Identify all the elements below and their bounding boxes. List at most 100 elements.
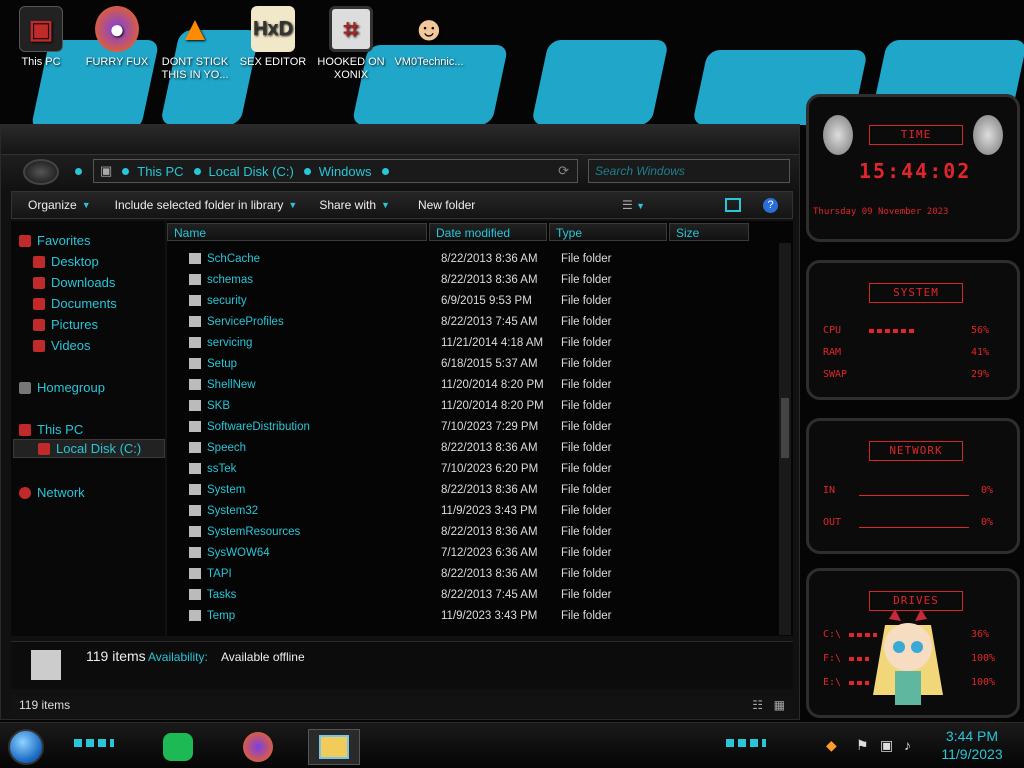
details-pane: 119 items Availability: Available offlin… — [11, 641, 793, 689]
table-row[interactable]: System32 11/9/2023 3:43 PM File folder — [167, 500, 777, 521]
table-row[interactable]: System 8/22/2013 8:36 AM File folder — [167, 479, 777, 500]
file-type: File folder — [561, 336, 612, 349]
tray-app-icon[interactable]: ◆ — [826, 737, 837, 754]
nav-this-pc[interactable]: This PC — [19, 420, 171, 439]
nav-documents[interactable]: Documents — [33, 294, 185, 313]
folder-icon — [319, 735, 349, 759]
table-row[interactable]: security 6/9/2015 9:53 PM File folder — [167, 290, 777, 311]
nav-favorites[interactable]: Favorites — [19, 231, 171, 250]
refresh-icon[interactable]: ⟳ — [558, 163, 569, 179]
file-type: File folder — [561, 567, 612, 580]
taskbar-firefox[interactable] — [232, 729, 284, 765]
file-type: File folder — [561, 315, 612, 328]
file-date: 8/22/2013 7:45 AM — [441, 588, 538, 601]
nav-videos[interactable]: Videos — [33, 336, 185, 355]
desktop-icon-xonix[interactable]: ⌗ HOOKED ON XONIX — [312, 6, 390, 82]
address-bar[interactable]: ▣ This PC Local Disk (C:) Windows ⟳ — [93, 159, 578, 183]
file-date: 8/22/2013 7:45 AM — [441, 315, 538, 328]
desktop-icon-firefox[interactable]: ● FURRY FUX — [78, 6, 156, 69]
table-row[interactable]: SysWOW64 7/12/2023 6:36 AM File folder — [167, 542, 777, 563]
drives-gadget[interactable]: DRIVES C:\ 36% F:\ 100% E:\ 100% — [806, 568, 1020, 718]
drive-f-value: 100% — [971, 653, 996, 664]
scrollbar-thumb[interactable] — [781, 398, 789, 458]
start-button[interactable] — [8, 729, 44, 765]
nav-downloads[interactable]: Downloads — [33, 273, 185, 292]
file-explorer-window[interactable]: ▣ This PC Local Disk (C:) Windows ⟳ Sear… — [0, 124, 800, 720]
table-row[interactable]: Temp 11/9/2023 3:43 PM File folder — [167, 605, 777, 626]
file-date: 8/22/2013 8:36 AM — [441, 252, 538, 265]
gadget-clock: 15:44:02 — [859, 159, 972, 183]
table-row[interactable]: Setup 6/18/2015 5:37 AM File folder — [167, 353, 777, 374]
folder-icon — [189, 316, 201, 327]
desktop-icon-vm0[interactable]: ☻ VM0Technic... — [390, 6, 468, 69]
desktop-icon-label: SEX EDITOR — [239, 56, 307, 68]
desktop-icon-this-pc[interactable]: ▣ This PC — [2, 6, 80, 69]
column-type[interactable]: Type — [549, 223, 667, 241]
desktop-icon — [33, 255, 45, 268]
table-row[interactable]: ServiceProfiles 8/22/2013 7:45 AM File fol… — [167, 311, 777, 332]
breadcrumb-local-disk[interactable]: Local Disk (C:) — [209, 164, 294, 179]
table-row[interactable]: SystemResources 8/22/2013 8:36 AM File fol… — [167, 521, 777, 542]
file-name: TAPI — [207, 567, 232, 580]
table-row[interactable]: SoftwareDistribution 7/10/2023 7:29 PM Fil… — [167, 416, 777, 437]
nav-network[interactable]: Network — [19, 483, 171, 502]
system-gadget[interactable]: SYSTEM CPU 56% RAM 41% SWAP 29% — [806, 260, 1020, 400]
table-row[interactable]: servicing 11/21/2014 4:18 AM File folder — [167, 332, 777, 353]
include-in-library-button[interactable]: Include selected folder in library ▼ — [115, 198, 298, 212]
table-row[interactable]: ShellNew 11/20/2014 8:20 PM File folder — [167, 374, 777, 395]
nav-homegroup[interactable]: Homegroup — [19, 378, 171, 397]
recent-pages-dot[interactable] — [75, 168, 82, 175]
action-center-flag-icon[interactable]: ⚑ — [856, 737, 869, 754]
taskbar-clock[interactable]: 3:44 PM 11/9/2023 — [934, 727, 1010, 763]
volume-icon[interactable]: ♪ — [904, 737, 911, 753]
taskbar-notes-app[interactable] — [152, 729, 204, 765]
new-folder-button[interactable]: New folder — [418, 198, 475, 212]
breadcrumb-this-pc[interactable]: This PC — [137, 164, 183, 179]
tiles-view-icon[interactable]: ▦ — [774, 698, 785, 712]
nav-desktop[interactable]: Desktop — [33, 252, 185, 271]
table-row[interactable]: Tasks 8/22/2013 7:45 AM File folder — [167, 584, 777, 605]
file-type: File folder — [561, 420, 612, 433]
folder-icon — [189, 610, 201, 621]
hxd-icon: HxD — [251, 6, 295, 52]
column-size[interactable]: Size — [669, 223, 749, 241]
taskbar-file-explorer[interactable] — [308, 729, 360, 765]
column-date-modified[interactable]: Date modified — [429, 223, 547, 241]
folder-icon — [189, 505, 201, 516]
preview-pane-icon[interactable] — [725, 198, 741, 212]
organize-button[interactable]: Organize ▼ — [28, 198, 91, 212]
file-date: 7/10/2023 6:20 PM — [441, 462, 539, 475]
vertical-scrollbar[interactable] — [779, 243, 791, 635]
nav-pictures[interactable]: Pictures — [33, 315, 185, 334]
back-button[interactable] — [23, 159, 59, 185]
cartoon-character-sticker — [865, 605, 951, 715]
file-list[interactable]: Name Date modified Type Size SchCache 8/2… — [167, 221, 793, 636]
table-row[interactable]: TAPI 8/22/2013 8:36 AM File folder — [167, 563, 777, 584]
view-options-icon[interactable]: ☰ ▼ — [622, 198, 645, 212]
network-tray-icon[interactable]: ▣ — [880, 737, 893, 754]
search-input[interactable]: Search Windows — [588, 159, 790, 183]
file-name: SysWOW64 — [207, 546, 270, 559]
share-with-button[interactable]: Share with ▼ — [319, 198, 390, 212]
help-icon[interactable]: ? — [763, 197, 778, 213]
desktop-icon-vlc[interactable]: ▲ DONT STICK THIS IN YO... — [156, 6, 234, 82]
drive-e-label: E:\ — [823, 677, 842, 688]
clock-time: 3:44 PM — [945, 728, 999, 744]
time-gadget[interactable]: TIME 15:44:02 Thursday 09 November 2023 — [806, 94, 1020, 242]
details-view-icon[interactable]: ☷ — [752, 698, 763, 712]
table-row[interactable]: ssTek 7/10/2023 6:20 PM File folder — [167, 458, 777, 479]
network-gadget[interactable]: NETWORK IN 0% OUT 0% — [806, 418, 1020, 554]
window-title-bar[interactable] — [1, 125, 799, 155]
nav-local-disk[interactable]: Local Disk (C:) — [13, 439, 165, 458]
file-name: Setup — [207, 357, 238, 370]
breadcrumb-windows[interactable]: Windows — [319, 164, 372, 179]
table-row[interactable]: schemas 8/22/2013 8:36 AM File folder — [167, 269, 777, 290]
drive-f-label: F:\ — [823, 653, 842, 664]
desktop-icon-hxd[interactable]: HxD SEX EDITOR — [234, 6, 312, 69]
table-row[interactable]: SchCache 8/22/2013 8:36 AM File folder — [167, 248, 777, 269]
file-type: File folder — [561, 357, 612, 370]
column-name[interactable]: Name — [167, 223, 427, 241]
table-row[interactable]: SKB 11/20/2014 8:20 PM File folder — [167, 395, 777, 416]
firefox-icon — [243, 732, 273, 762]
table-row[interactable]: Speech 8/22/2013 8:36 AM File folder — [167, 437, 777, 458]
